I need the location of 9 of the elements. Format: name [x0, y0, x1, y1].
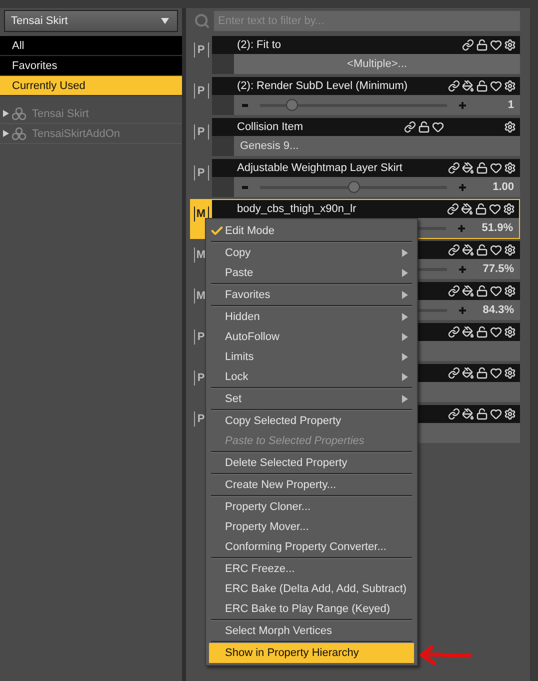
type-badge: P: [194, 124, 208, 140]
type-badge: P: [194, 42, 208, 58]
property-title: Collision Item: [237, 121, 304, 133]
property-title: (2): Render SubD Level (Minimum): [237, 80, 409, 92]
property-title: Adjustable Weightmap Layer Skirt: [237, 162, 404, 174]
type-badge: P: [194, 165, 208, 181]
property-title: (2): Fit to: [237, 39, 282, 51]
type-badge: P: [194, 83, 208, 99]
property-title: body_cbs_thigh_x90n_lr: [237, 203, 358, 215]
